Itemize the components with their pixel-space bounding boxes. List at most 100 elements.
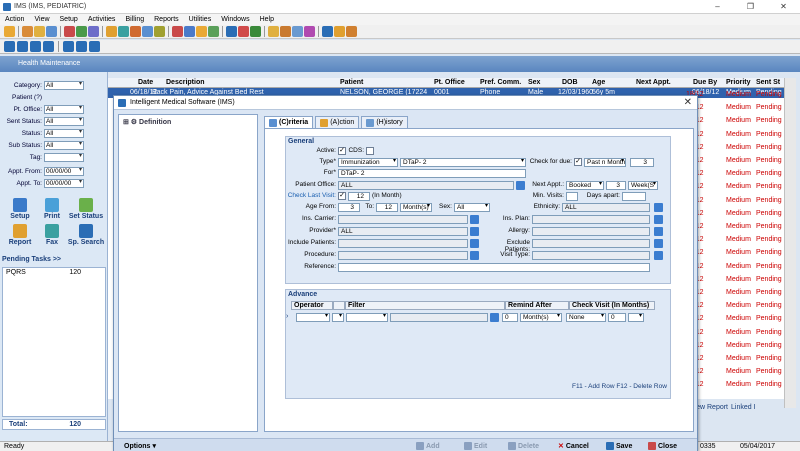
linked-link[interactable]: Linked I [731,404,756,414]
office-input[interactable]: ALL [338,181,514,190]
scan-icon[interactable] [280,26,291,37]
table-row[interactable]: 05/12MediumPending [684,286,784,299]
adv-check-visit-select[interactable]: None [566,313,606,322]
table-row[interactable]: 18/12MediumPending [684,128,784,141]
col-age[interactable]: Age [592,79,605,86]
check-due-checkbox[interactable]: ✓ [574,158,582,166]
report-icon[interactable] [88,26,99,37]
close-button[interactable]: Close [648,441,677,451]
table-row[interactable]: 05/12MediumPending [684,326,784,339]
table-row[interactable]: 18/12MediumPending [684,101,784,114]
reference-input[interactable] [338,263,650,272]
message-icon[interactable] [304,26,315,37]
grid-scrollbar[interactable] [784,78,796,408]
prev-record-icon[interactable] [17,41,28,52]
col-patient[interactable]: Patient [340,79,363,86]
table-row[interactable]: 26/12MediumPending [684,207,784,220]
tree-node-definition[interactable]: ⊞ ⚙ Definition [123,118,171,126]
print-button[interactable]: Print [36,198,68,220]
col-priority[interactable]: Priority [726,79,751,86]
schedule-icon[interactable] [64,26,75,37]
pending-tasks-header[interactable]: Pending Tasks >> [2,256,106,266]
patient-label[interactable]: Patient (?) [2,94,44,101]
check-last-visit-number[interactable]: 12 [348,192,370,201]
lock-icon[interactable] [334,26,345,37]
type-select[interactable]: Immunization [338,158,398,167]
category-select[interactable]: All [44,80,84,90]
options-button[interactable]: Options ▾ [124,441,156,451]
table-row[interactable]: › 0 Month(s) None 0 [286,312,672,323]
table-row[interactable]: 26/12MediumPending [684,246,784,259]
menu-view[interactable]: View [29,14,54,25]
table-row[interactable]: 22/12MediumPending [684,141,784,154]
provider-lookup-icon[interactable] [470,227,479,236]
table-row[interactable]: 26/12MediumPending [684,273,784,286]
refresh-icon[interactable] [238,26,249,37]
ins-plan-lookup-icon[interactable] [654,215,663,224]
table-row[interactable]: 18/12MediumPending [684,88,784,101]
table-row[interactable]: 05/12MediumPending [684,312,784,325]
document-icon[interactable] [46,26,57,37]
adv-filter-input[interactable] [390,313,488,322]
ins-plan-input[interactable] [532,215,650,224]
col-description[interactable]: Description [166,79,205,86]
note-icon[interactable] [154,26,165,37]
adv-paren-select[interactable] [332,313,344,322]
cds-checkbox[interactable] [366,147,374,155]
minimize-button[interactable]: – [701,0,734,14]
next-appt-select[interactable]: Booked [566,181,604,190]
table-row[interactable]: 22/12MediumPending [684,180,784,193]
set-status-button[interactable]: Set Status [66,198,106,220]
for-input[interactable]: DTaP- 2 [338,169,526,178]
next-appt-number[interactable]: 3 [606,181,626,190]
menu-help[interactable]: Help [255,14,279,25]
col-sent-status[interactable]: Sent St [756,79,780,86]
adv-check-visit-number[interactable]: 0 [608,313,626,322]
reload-icon[interactable] [63,41,74,52]
age-from-input[interactable]: 3 [338,203,360,212]
status-select[interactable]: All [44,128,84,138]
check-due-select[interactable]: Past n Months [584,158,626,167]
cancel-button[interactable]: ✕ Cancel [558,441,589,451]
active-checkbox[interactable]: ✓ [338,147,346,155]
report-button[interactable]: Report [4,224,36,246]
adv-field-select[interactable] [346,313,388,322]
table-row[interactable]: 18/12MediumPending [684,114,784,127]
procedure-lookup-icon[interactable] [470,251,479,260]
sex-select[interactable]: All [454,203,490,212]
print-icon[interactable] [292,26,303,37]
fax-button[interactable]: Fax [36,224,68,246]
type-item-select[interactable]: DTaP- 2 [400,158,526,167]
task-icon[interactable] [208,26,219,37]
procedure-input[interactable] [338,251,468,260]
adv-end-paren-select[interactable] [628,313,644,322]
table-row[interactable]: 26/12MediumPending [684,233,784,246]
menu-billing[interactable]: Billing [120,14,149,25]
col-comm[interactable]: Pref. Comm. [480,79,521,86]
maximize-button[interactable]: ❐ [734,0,767,14]
check-last-visit-checkbox[interactable]: ✓ [338,192,346,200]
chart-icon[interactable] [142,26,153,37]
last-record-icon[interactable] [43,41,54,52]
menu-utilities[interactable]: Utilities [184,14,217,25]
ethnicity-input[interactable]: ALL [562,203,650,212]
col-sex[interactable]: Sex [528,79,540,86]
fax-icon[interactable] [268,26,279,37]
exclude-patients-lookup-icon[interactable] [654,239,663,248]
mail-icon[interactable] [184,26,195,37]
letter-icon[interactable] [106,26,117,37]
table-row[interactable]: 22/12MediumPending [684,167,784,180]
menu-activities[interactable]: Activities [83,14,121,25]
adv-operator-select[interactable] [296,313,330,322]
edit-button[interactable]: Edit [464,441,487,451]
tab-criteria[interactable]: (C)riteria [264,116,314,128]
billing-icon[interactable] [76,26,87,37]
save-button[interactable]: Save [606,441,632,451]
days-apart-input[interactable] [622,192,646,201]
folder-icon[interactable] [34,26,45,37]
sent-status-select[interactable]: All [44,116,84,126]
delete-button[interactable]: Delete [508,441,539,451]
next-record-icon[interactable] [30,41,41,52]
rx-icon[interactable] [130,26,141,37]
cancel-circle-icon[interactable] [89,41,100,52]
